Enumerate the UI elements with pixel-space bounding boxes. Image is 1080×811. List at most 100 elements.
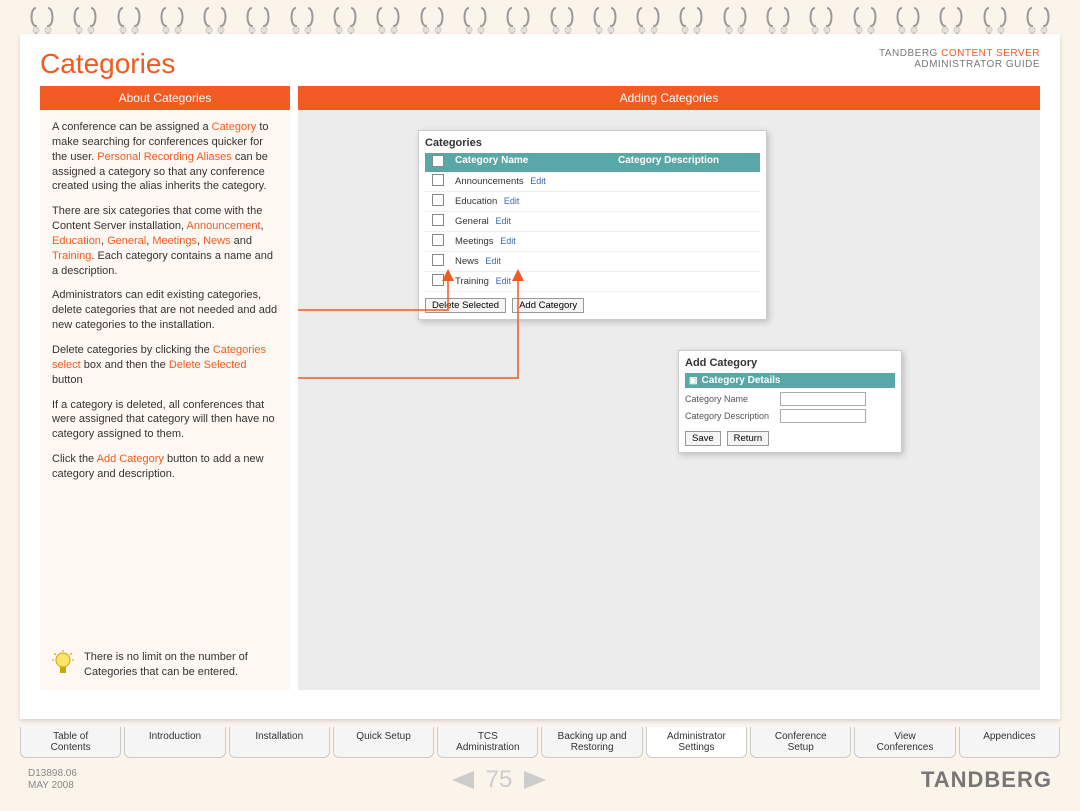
row-name: Education Edit	[451, 194, 614, 209]
edit-link[interactable]: Edit	[496, 276, 512, 286]
next-page-icon[interactable]	[524, 771, 546, 789]
spiral-ring-icon	[679, 6, 703, 34]
nav-tab[interactable]: Introduction	[124, 727, 225, 758]
spiral-ring-icon	[246, 6, 270, 34]
spiral-ring-icon	[853, 6, 877, 34]
nav-tab[interactable]: ConferenceSetup	[750, 727, 851, 758]
illustration-column: Categories Category Name Category Descri…	[298, 110, 1040, 690]
add-category-screenshot: Add Category ▣ Category Details Category…	[678, 350, 902, 453]
label-category-desc: Category Description	[685, 411, 780, 421]
spiral-ring-icon	[290, 6, 314, 34]
about-p4: Delete categories by clicking the Catego…	[52, 343, 278, 388]
page-body: Categories TANDBERG CONTENT SERVER ADMIN…	[20, 34, 1060, 719]
tip-box: There is no limit on the number of Categ…	[52, 640, 278, 680]
categories-grid-header: Category Name Category Description	[425, 153, 760, 172]
row-desc	[614, 260, 760, 264]
spiral-ring-icon	[73, 6, 97, 34]
footer-pager: 75	[452, 766, 547, 794]
about-p3: Administrators can edit existing categor…	[52, 288, 278, 333]
select-all-checkbox[interactable]	[432, 155, 444, 167]
row-name: Announcements Edit	[451, 174, 614, 189]
doc-brand-header: TANDBERG CONTENT SERVER ADMINISTRATOR GU…	[879, 48, 1040, 70]
nav-tab[interactable]: Table ofContents	[20, 727, 121, 758]
col-header-name: Category Name	[451, 153, 614, 172]
page-title: Categories	[40, 48, 175, 80]
about-p1: A conference can be assigned a Category …	[52, 120, 278, 194]
spiral-binding: // Rendered after JSON load — but spiral…	[0, 0, 1080, 34]
row-desc	[614, 220, 760, 224]
brand-highlight: CONTENT SERVER	[941, 48, 1040, 59]
table-row: News Edit	[425, 252, 760, 272]
return-button[interactable]: Return	[727, 431, 770, 446]
edit-link[interactable]: Edit	[485, 256, 501, 266]
row-name: General Edit	[451, 214, 614, 229]
input-category-desc[interactable]	[780, 409, 866, 423]
about-p2: There are six categories that come with …	[52, 204, 278, 278]
row-checkbox[interactable]	[432, 234, 444, 246]
spiral-ring-icon	[203, 6, 227, 34]
nav-tab[interactable]: Installation	[229, 727, 330, 758]
row-checkbox[interactable]	[432, 174, 444, 186]
row-checkbox[interactable]	[432, 194, 444, 206]
table-row: Announcements Edit	[425, 172, 760, 192]
edit-link[interactable]: Edit	[530, 176, 546, 186]
table-row: Education Edit	[425, 192, 760, 212]
prev-page-icon[interactable]	[452, 771, 474, 789]
nav-tab[interactable]: ViewConferences	[854, 727, 955, 758]
edit-link[interactable]: Edit	[504, 196, 520, 206]
row-desc	[614, 280, 760, 284]
nav-tab[interactable]: Appendices	[959, 727, 1060, 758]
table-row: Training Edit	[425, 272, 760, 292]
spiral-ring-icon	[766, 6, 790, 34]
nav-tab[interactable]: Backing up andRestoring	[541, 727, 642, 758]
lightbulb-icon	[52, 650, 74, 678]
delete-selected-button[interactable]: Delete Selected	[425, 298, 506, 313]
tip-text: There is no limit on the number of Categ…	[84, 650, 278, 680]
spiral-ring-icon	[376, 6, 400, 34]
table-row: General Edit	[425, 212, 760, 232]
spiral-ring-icon	[117, 6, 141, 34]
spiral-ring-icon	[1026, 6, 1050, 34]
col-header-desc: Category Description	[614, 153, 760, 172]
tab-adding: Adding Categories	[298, 86, 1040, 110]
bottom-navigation: Table ofContentsIntroductionInstallation…	[20, 727, 1060, 758]
row-desc	[614, 200, 760, 204]
spiral-ring-icon	[463, 6, 487, 34]
spiral-ring-icon	[550, 6, 574, 34]
add-category-button[interactable]: Add Category	[512, 298, 584, 313]
spiral-ring-icon	[506, 6, 530, 34]
brand-text: TANDBERG	[879, 48, 941, 59]
spiral-ring-icon	[636, 6, 660, 34]
row-name: News Edit	[451, 254, 614, 269]
edit-link[interactable]: Edit	[500, 236, 516, 246]
row-checkbox[interactable]	[432, 274, 444, 286]
row-desc	[614, 240, 760, 244]
label-category-name: Category Name	[685, 394, 780, 404]
nav-tab[interactable]: AdministratorSettings	[646, 727, 747, 758]
nav-tab[interactable]: Quick Setup	[333, 727, 434, 758]
spiral-ring-icon	[593, 6, 617, 34]
about-p5: If a category is deleted, all conference…	[52, 398, 278, 443]
spiral-ring-icon	[333, 6, 357, 34]
add-panel-title: Add Category	[685, 357, 895, 369]
nav-tab[interactable]: TCSAdministration	[437, 727, 538, 758]
spiral-ring-icon	[983, 6, 1007, 34]
categories-panel-title: Categories	[425, 137, 760, 149]
table-row: Meetings Edit	[425, 232, 760, 252]
brand-subtitle: ADMINISTRATOR GUIDE	[914, 59, 1040, 70]
spiral-ring-icon	[420, 6, 444, 34]
edit-link[interactable]: Edit	[495, 216, 511, 226]
category-details-header: ▣ Category Details	[685, 373, 895, 388]
row-checkbox[interactable]	[432, 254, 444, 266]
tab-about: About Categories	[40, 86, 290, 110]
spiral-ring-icon	[939, 6, 963, 34]
input-category-name[interactable]	[780, 392, 866, 406]
row-checkbox[interactable]	[432, 214, 444, 226]
categories-screenshot: Categories Category Name Category Descri…	[418, 130, 767, 320]
footer-brand: TANDBERG	[921, 767, 1052, 793]
spiral-ring-icon	[896, 6, 920, 34]
save-button[interactable]: Save	[685, 431, 721, 446]
about-p6: Click the Add Category button to add a n…	[52, 452, 278, 482]
row-name: Meetings Edit	[451, 234, 614, 249]
row-desc	[614, 180, 760, 184]
